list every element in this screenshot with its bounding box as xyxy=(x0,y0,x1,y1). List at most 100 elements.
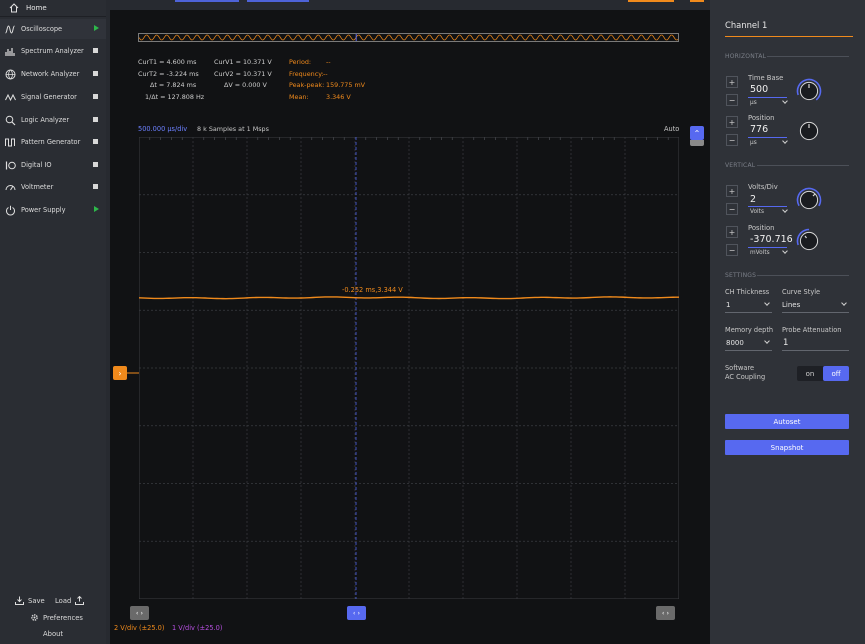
v-position-increment-button[interactable]: + xyxy=(726,226,738,238)
stop-indicator-icon[interactable] xyxy=(93,162,98,167)
load-button[interactable]: Load xyxy=(55,596,85,605)
h-position-increment-button[interactable]: + xyxy=(726,116,738,128)
volts-div-increment-button[interactable]: + xyxy=(726,185,738,197)
sidebar-item-voltmeter[interactable]: Voltmeter xyxy=(0,177,106,197)
sidebar-item-spectrum-analyzer[interactable]: Spectrum Analyzer xyxy=(0,41,106,61)
measurement-values: -- -- 159.775 mV 3.346 V xyxy=(323,57,365,103)
h-position-knob[interactable] xyxy=(796,118,822,144)
volts-div-unit[interactable]: Volts xyxy=(750,209,764,215)
probe-attenuation-input[interactable]: 1 xyxy=(783,338,788,348)
trigger-level-tick xyxy=(127,372,139,374)
stop-indicator-icon[interactable] xyxy=(93,94,98,99)
save-icon xyxy=(15,596,24,605)
sidebar-item-power-supply[interactable]: Power Supply xyxy=(0,200,106,220)
trigger-level-marker[interactable]: › xyxy=(113,366,127,380)
curve-style-select[interactable]: Lines xyxy=(782,301,800,309)
ch-thickness-underline xyxy=(725,312,772,313)
about-button[interactable]: About xyxy=(43,630,63,638)
top-tab-3[interactable] xyxy=(628,0,674,2)
h-position-underline xyxy=(748,137,787,138)
scroll-up-button[interactable]: ⌃ xyxy=(690,126,704,140)
top-tab-2[interactable] xyxy=(247,0,309,2)
snapshot-button[interactable]: Snapshot xyxy=(725,440,849,455)
trace-cursor-readout: -0.252 ms,3.344 V xyxy=(342,286,403,294)
trigger-mode-readout: Auto xyxy=(664,125,680,133)
left-scroll-button[interactable]: ‹ › xyxy=(130,606,149,620)
time-base-unit[interactable]: μs xyxy=(750,100,757,106)
preferences-button[interactable]: Preferences xyxy=(30,613,83,622)
time-base-knob[interactable] xyxy=(796,78,822,104)
right-scroll-button[interactable]: ‹ › xyxy=(656,606,675,620)
period-label: Period: xyxy=(289,58,312,66)
time-base-decrement-button[interactable]: − xyxy=(726,94,738,106)
ch-thickness-label: CH Thickness xyxy=(725,288,770,296)
memory-depth-select[interactable]: 8000 xyxy=(726,339,744,347)
probe-attenuation-underline xyxy=(782,350,849,351)
load-icon xyxy=(75,596,85,605)
software-coupling-label-line-2: AC Coupling xyxy=(725,373,766,381)
delta-t-readout: Δt = 7.824 ms xyxy=(150,81,197,89)
waveform-overview-bar[interactable] xyxy=(138,33,679,42)
v-position-input[interactable]: -370.716 xyxy=(750,234,793,245)
ch-thickness-select[interactable]: 1 xyxy=(726,301,730,309)
time-base-increment-button[interactable]: + xyxy=(726,76,738,88)
chevron-up-icon: ⌃ xyxy=(693,128,701,138)
home-button[interactable]: Home xyxy=(0,0,106,17)
sidebar-item-logic-analyzer[interactable]: Logic Analyzer xyxy=(0,110,106,130)
v-position-underline xyxy=(748,247,787,248)
settings-section-label: SETTINGS xyxy=(725,272,757,279)
sidebar-item-signal-generator[interactable]: Signal Generator xyxy=(0,87,106,107)
volts-div-decrement-button[interactable]: − xyxy=(726,203,738,215)
cursor-t1-readout: CurT1 = 4.600 ms xyxy=(138,58,197,66)
sidebar-item-label: Oscilloscope xyxy=(21,25,63,33)
sidebar-item-network-analyzer[interactable]: Network Analyzer xyxy=(0,64,106,84)
v-position-decrement-button[interactable]: − xyxy=(726,244,738,256)
volts-div-knob[interactable] xyxy=(796,187,822,213)
oscilloscope-plot[interactable]: -0.252 ms,3.344 V xyxy=(139,137,679,599)
period-value: -- xyxy=(326,58,331,66)
h-position-unit[interactable]: μs xyxy=(750,140,757,146)
stop-indicator-icon[interactable] xyxy=(93,184,98,189)
ac-coupling-on-option[interactable]: on xyxy=(797,366,823,381)
sidebar-item-label: Digital IO xyxy=(21,161,52,169)
sidebar-item-oscilloscope[interactable]: Oscilloscope xyxy=(0,19,106,39)
channel-1-scale[interactable]: 1 V/div (±25.0) xyxy=(172,624,222,632)
h-position-input[interactable]: 776 xyxy=(750,124,768,135)
stop-indicator-icon[interactable] xyxy=(93,48,98,53)
channel-2-scale[interactable]: 2 V/div (±25.0) xyxy=(114,624,164,632)
volts-div-label: Volts/Div xyxy=(748,183,778,191)
sidebar-item-digital-io[interactable]: Digital IO xyxy=(0,155,106,175)
running-indicator-icon[interactable] xyxy=(94,25,99,31)
home-icon xyxy=(9,3,19,13)
gear-icon xyxy=(31,614,38,621)
v-position-knob[interactable] xyxy=(796,228,822,254)
overview-trace xyxy=(139,34,678,41)
home-label: Home xyxy=(26,4,47,12)
time-base-input[interactable]: 500 xyxy=(750,84,768,95)
sidebar-item-label: Voltmeter xyxy=(21,183,54,191)
save-button[interactable]: Save xyxy=(15,596,45,605)
volts-div-input[interactable]: 2 xyxy=(750,194,756,205)
stop-indicator-icon[interactable] xyxy=(93,117,98,122)
stop-indicator-icon[interactable] xyxy=(93,71,98,76)
top-tab-4[interactable] xyxy=(690,0,704,2)
ac-coupling-off-option[interactable]: off xyxy=(823,366,849,381)
stop-indicator-icon[interactable] xyxy=(93,139,98,144)
ac-coupling-toggle[interactable]: on off xyxy=(797,366,849,381)
scroll-up-button-base xyxy=(690,140,704,146)
autoset-button[interactable]: Autoset xyxy=(725,414,849,429)
sidebar: Home Oscilloscope Spectrum Analyzer Netw… xyxy=(0,0,106,644)
sidebar-item-pattern-generator[interactable]: Pattern Generator xyxy=(0,132,106,152)
h-position-decrement-button[interactable]: − xyxy=(726,134,738,146)
delta-v-readout: ΔV = 0.000 V xyxy=(224,81,267,89)
horizontal-section-divider xyxy=(767,56,849,57)
top-tab-1[interactable] xyxy=(175,0,239,2)
center-scroll-button[interactable]: ‹ › xyxy=(347,606,366,620)
inverse-delta-t-readout: 1/Δt = 127.808 Hz xyxy=(145,92,205,101)
running-indicator-icon[interactable] xyxy=(94,206,99,212)
v-position-unit[interactable]: mVolts xyxy=(750,250,770,256)
h-position-label: Position xyxy=(748,114,775,122)
preferences-label: Preferences xyxy=(43,613,83,622)
chevron-right-icon: › xyxy=(118,368,122,378)
mean-value: 3.346 V xyxy=(326,92,351,101)
